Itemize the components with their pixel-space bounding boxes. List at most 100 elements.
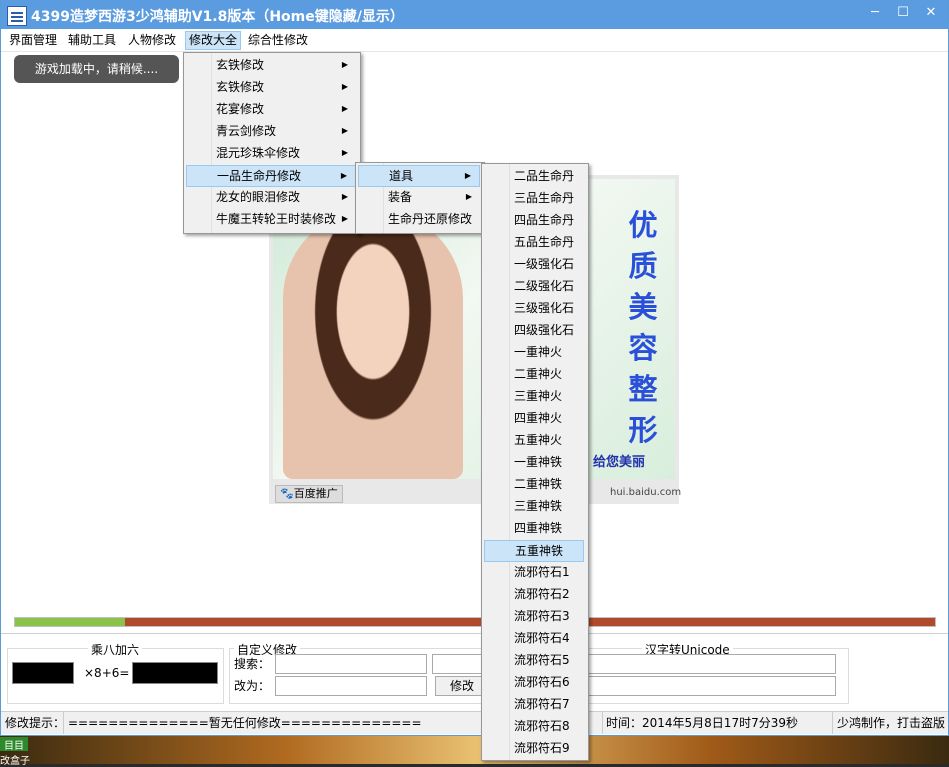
- submenu-item[interactable]: 一重神火: [484, 342, 584, 362]
- calc-group: 乘八加六 ×8+6=: [7, 641, 224, 704]
- ad-slogan-char: 形: [628, 413, 658, 447]
- search-input[interactable]: [275, 654, 427, 674]
- progress-fill: [15, 618, 126, 626]
- menu-tools[interactable]: 辅助工具: [65, 32, 119, 49]
- submenu-arrow-icon: ▶: [341, 148, 348, 157]
- calc-operator: ×8+6=: [84, 666, 130, 680]
- desktop-icon[interactable]: 目目: [0, 737, 28, 752]
- calc-input[interactable]: [12, 662, 74, 684]
- menu-comprehensive[interactable]: 综合性修改: [245, 32, 311, 49]
- submenu-item[interactable]: 四重神火: [484, 408, 584, 428]
- submenu-item[interactable]: 流邪符石6: [484, 672, 584, 692]
- menu-item-label: 生命丹还原修改: [388, 212, 473, 226]
- menu-item-label: 青云剑修改: [216, 124, 277, 138]
- submenu-item[interactable]: 五品生命丹: [484, 232, 584, 252]
- submenu-item[interactable]: 流邪符石7: [484, 694, 584, 714]
- submenu-item-selected[interactable]: 道具 ▶: [358, 165, 480, 187]
- menu-modify-all[interactable]: 修改大全: [185, 31, 242, 50]
- menu-item-label: 玄铁修改: [216, 58, 265, 72]
- submenu-item[interactable]: 流邪符石2: [484, 584, 584, 604]
- bottom-panel: 乘八加六 ×8+6= 自定义修改 搜索： 改为： 修改 汉字转Unicode: [1, 633, 948, 712]
- submenu-item[interactable]: 二重神火: [484, 364, 584, 384]
- menu-item-selected[interactable]: 一品生命丹修改 ▶: [186, 165, 356, 187]
- submenu-arrow-icon: ▶: [341, 82, 348, 91]
- ad-tagline: 给您美丽: [593, 455, 646, 470]
- menu-item[interactable]: 玄铁修改 ▶: [186, 77, 356, 97]
- submenu-arrow-icon: ▶: [341, 126, 348, 135]
- ad-brand-label[interactable]: 🐾百度推广: [275, 485, 343, 503]
- close-icon[interactable]: ✕: [919, 4, 943, 22]
- status-bar: 修改提示： ==============暂无任何修改==============…: [1, 711, 948, 734]
- menu-character[interactable]: 人物修改: [125, 32, 179, 49]
- status-author: 少鸿制作，打击盗版: [837, 716, 946, 730]
- menu-item[interactable]: 花宴修改 ▶: [186, 99, 356, 119]
- submenu-item[interactable]: 生命丹还原修改: [358, 209, 480, 229]
- submenu-item[interactable]: 四重神铁: [484, 518, 584, 538]
- submenu-item[interactable]: 流邪符石3: [484, 606, 584, 626]
- ad-slogan-char: 美: [628, 290, 658, 324]
- menu-interface[interactable]: 界面管理: [6, 32, 60, 49]
- submenu-item[interactable]: 三品生命丹: [484, 188, 584, 208]
- menu-modify-all-dropdown: 玄铁修改 ▶ 玄铁修改 ▶ 花宴修改 ▶ 青云剑修改 ▶ 混元珍珠伞修改 ▶ 一品生命丹修…: [183, 52, 361, 234]
- paw-icon: 🐾: [280, 487, 294, 500]
- ad-slogan-char: 容: [628, 331, 658, 365]
- submenu-arrow-icon: ▶: [341, 192, 348, 201]
- status-hint-label: 修改提示：: [1, 712, 64, 734]
- submenu-item[interactable]: 四级强化石: [484, 320, 584, 340]
- menu-item-label: 牛魔王转轮王时装修改: [216, 212, 337, 226]
- menubar: 界面管理 辅助工具 人物修改 修改大全 综合性修改: [1, 30, 948, 52]
- submenu-arrow-icon: ▶: [341, 214, 348, 223]
- submenu-item[interactable]: 一级强化石: [484, 254, 584, 274]
- submenu-item[interactable]: 流邪符石1: [484, 562, 584, 582]
- status-time: 时间：2014年5月8日17时7分39秒: [602, 712, 833, 734]
- submenu-item[interactable]: 四品生命丹: [484, 210, 584, 230]
- submenu-item[interactable]: 流邪符石9: [484, 738, 584, 758]
- submenu-dan: 道具 ▶ 装备 ▶ 生命丹还原修改: [355, 162, 485, 234]
- submenu-item[interactable]: 二重神铁: [484, 474, 584, 494]
- submenu-arrow-icon: ▶: [340, 171, 347, 180]
- submenu-arrow-icon: ▶: [341, 60, 348, 69]
- desktop-background: [0, 735, 949, 764]
- submenu-arrow-icon: ▶: [341, 104, 348, 113]
- menu-item[interactable]: 龙女的眼泪修改 ▶: [186, 187, 356, 207]
- submenu-item[interactable]: 二品生命丹: [484, 166, 584, 186]
- ad-slogan-char: 优: [628, 208, 658, 242]
- submenu-item[interactable]: 一重神铁: [484, 452, 584, 472]
- menu-item[interactable]: 玄铁修改 ▶: [186, 55, 356, 75]
- submenu-items: 二品生命丹 三品生命丹 四品生命丹 五品生命丹 一级强化石 二级强化石 三级强化…: [481, 163, 589, 761]
- minimize-icon[interactable]: ─: [863, 4, 887, 22]
- submenu-item[interactable]: 流邪符石4: [484, 628, 584, 648]
- submenu-item[interactable]: 三重神铁: [484, 496, 584, 516]
- loading-message: 游戏加载中，请稍候....: [14, 55, 179, 83]
- submenu-item-hovered[interactable]: 五重神铁: [484, 540, 584, 562]
- menu-item[interactable]: 牛魔王转轮王时装修改 ▶: [186, 209, 356, 229]
- submenu-item[interactable]: 流邪符石5: [484, 650, 584, 670]
- ad-slogan-char: 质: [628, 249, 658, 283]
- menu-item[interactable]: 混元珍珠伞修改 ▶: [186, 143, 356, 163]
- menu-item-label: 一品生命丹修改: [217, 169, 302, 183]
- desktop-icon-label[interactable]: 改盒子: [0, 752, 30, 767]
- submenu-item[interactable]: 二级强化石: [484, 276, 584, 296]
- submenu-item[interactable]: 三重神火: [484, 386, 584, 406]
- menu-item-label: 装备: [388, 190, 413, 204]
- title-bar[interactable]: 4399造梦西游3少鸿辅助V1.8版本（Home键隐藏/显示） ─ ☐ ✕: [1, 0, 948, 29]
- ad-slogan-char: 整: [628, 372, 658, 406]
- maximize-icon[interactable]: ☐: [891, 4, 915, 22]
- change-label: 改为：: [234, 679, 271, 693]
- submenu-item[interactable]: 五重神火: [484, 430, 584, 450]
- menu-item-label: 混元珍珠伞修改: [216, 146, 301, 160]
- search-label: 搜索：: [234, 657, 271, 671]
- menu-item-label: 龙女的眼泪修改: [216, 190, 301, 204]
- calc-title: 乘八加六: [88, 641, 143, 658]
- submenu-arrow-icon: ▶: [464, 171, 471, 180]
- submenu-arrow-icon: ▶: [465, 192, 472, 201]
- menu-item[interactable]: 青云剑修改 ▶: [186, 121, 356, 141]
- submenu-item[interactable]: 装备 ▶: [358, 187, 480, 207]
- submenu-item[interactable]: 三级强化石: [484, 298, 584, 318]
- menu-item-label: 玄铁修改: [216, 80, 265, 94]
- submenu-item[interactable]: 流邪符石8: [484, 716, 584, 736]
- change-input[interactable]: [275, 676, 427, 696]
- window-title: 4399造梦西游3少鸿辅助V1.8版本（Home键隐藏/显示）: [31, 9, 404, 25]
- menu-item-label: 道具: [389, 169, 414, 183]
- ad-url[interactable]: hui.baidu.com: [610, 487, 681, 498]
